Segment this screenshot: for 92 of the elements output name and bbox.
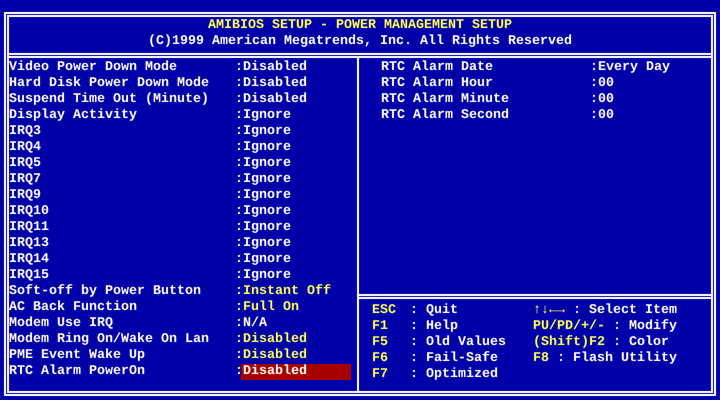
separator-colon: : — [235, 124, 241, 140]
setting-value[interactable]: Ignore — [241, 252, 291, 268]
setting-value[interactable]: Disabled — [241, 348, 307, 364]
setting-value[interactable]: Ignore — [241, 268, 291, 284]
separator-colon: : — [590, 92, 596, 108]
shortcut-key: (Shift)F2 — [533, 335, 605, 351]
separator-colon: : — [235, 76, 241, 92]
shortcut-key: ↑↓←→ — [533, 303, 565, 319]
setting-value[interactable]: Disabled — [241, 60, 307, 76]
setting-label: RTC Alarm Hour — [381, 76, 494, 92]
shortcut-action: : Color — [612, 335, 669, 351]
setting-value[interactable]: 00 — [596, 76, 614, 92]
separator-colon: : — [590, 60, 596, 76]
setting-label: Video Power Down Mode — [9, 60, 178, 76]
shortcut-key: F8 — [533, 351, 549, 367]
separator-colon: : — [235, 284, 241, 300]
setting-value[interactable]: N/A — [241, 316, 267, 332]
separator-colon: : — [235, 316, 241, 332]
copyright-text: (C)1999 American Megatrends, Inc. All Rights Reserved — [147, 34, 573, 50]
shortcut-key: F5 — [372, 335, 410, 351]
separator-colon: : — [235, 268, 241, 284]
setting-value[interactable]: Ignore — [241, 220, 291, 236]
setup-title: AMIBIOS SETUP - POWER MANAGEMENT SETUP — [207, 18, 513, 34]
separator-colon: : — [590, 108, 596, 124]
separator-colon: : — [235, 300, 241, 316]
setting-label: IRQ4 — [9, 140, 42, 156]
shortcut-action: : Select Item — [573, 303, 677, 319]
separator-colon: : — [235, 332, 241, 348]
setting-label: IRQ5 — [9, 156, 42, 172]
shortcut-key: PU/PD/+/- — [533, 319, 605, 335]
separator-colon: : — [235, 188, 241, 204]
shortcut-action: : Flash Utility — [557, 351, 677, 367]
shortcut-action: : Help — [410, 319, 458, 335]
setting-label: RTC Alarm Minute — [381, 92, 510, 108]
setting-value[interactable]: Ignore — [241, 188, 291, 204]
setting-label: Display Activity — [9, 108, 138, 124]
setting-label: Modem Use IRQ — [9, 316, 114, 332]
separator-colon: : — [235, 252, 241, 268]
setting-value[interactable]: Ignore — [241, 156, 291, 172]
setting-value[interactable]: Instant Off — [241, 284, 331, 300]
separator-colon: : — [235, 92, 241, 108]
setting-label: AC Back Function — [9, 300, 138, 316]
setting-label: IRQ13 — [9, 236, 50, 252]
shortcut-action: : Quit — [410, 303, 458, 319]
separator-colon: : — [235, 156, 241, 172]
setting-label: Soft-off by Power Button — [9, 284, 202, 300]
setting-value[interactable]: Disabled — [241, 92, 307, 108]
setting-label: IRQ11 — [9, 220, 50, 236]
separator-colon: : — [235, 60, 241, 76]
separator-colon: : — [590, 76, 596, 92]
setting-value[interactable]: 00 — [596, 108, 614, 124]
setting-label: Suspend Time Out (Minute) — [9, 92, 210, 108]
shortcut-key: ESC — [372, 303, 410, 319]
shortcut-action: : Fail-Safe — [410, 351, 498, 367]
setting-label: IRQ7 — [9, 172, 42, 188]
setting-label: IRQ3 — [9, 124, 42, 140]
separator-colon: : — [235, 348, 241, 364]
separator-colon: : — [235, 364, 241, 380]
setting-value[interactable]: Disabled — [241, 364, 351, 380]
separator-colon: : — [235, 172, 241, 188]
setting-value[interactable]: 00 — [596, 92, 614, 108]
shortcut-action: : Modify — [612, 319, 677, 335]
setting-label: IRQ14 — [9, 252, 50, 268]
setting-value[interactable]: Ignore — [241, 108, 291, 124]
separator-colon: : — [235, 220, 241, 236]
setting-label: IRQ10 — [9, 204, 50, 220]
setting-value[interactable]: Ignore — [241, 172, 291, 188]
separator-colon: : — [235, 204, 241, 220]
shortcut-key: F6 — [372, 351, 410, 367]
setting-value[interactable]: Disabled — [241, 76, 307, 92]
shortcut-action: : Old Values — [410, 335, 506, 351]
setting-label: PME Event Wake Up — [9, 348, 146, 364]
setting-value[interactable]: Ignore — [241, 204, 291, 220]
setting-label: IRQ15 — [9, 268, 50, 284]
setting-label: IRQ9 — [9, 188, 42, 204]
setting-value[interactable]: Ignore — [241, 124, 291, 140]
setting-label: Modem Ring On/Wake On Lan — [9, 332, 210, 348]
setting-label: RTC Alarm Second — [381, 108, 510, 124]
separator-colon: : — [235, 236, 241, 252]
setting-label: RTC Alarm Date — [381, 60, 494, 76]
setting-value[interactable]: Full On — [241, 300, 299, 316]
setting-value[interactable]: Ignore — [241, 140, 291, 156]
setting-value[interactable]: Ignore — [241, 236, 291, 252]
setting-value[interactable]: Every Day — [596, 60, 670, 76]
setting-label: Hard Disk Power Down Mode — [9, 76, 210, 92]
shortcut-key: F7 — [372, 367, 410, 383]
shortcut-action: : Optimized — [410, 367, 498, 383]
shortcut-key: F1 — [372, 319, 410, 335]
setting-label: RTC Alarm PowerOn — [9, 364, 146, 380]
separator-colon: : — [235, 140, 241, 156]
separator-colon: : — [235, 108, 241, 124]
setting-value[interactable]: Disabled — [241, 332, 307, 348]
